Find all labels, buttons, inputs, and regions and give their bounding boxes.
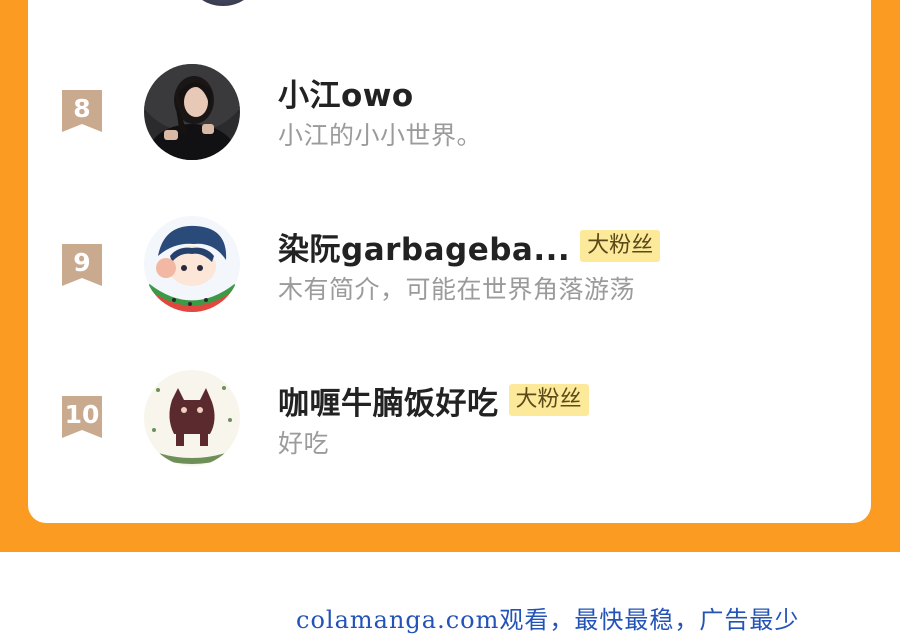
user-avatar[interactable] xyxy=(144,216,240,312)
partial-avatar[interactable] xyxy=(192,0,254,6)
user-description: 小江的小小世界。 xyxy=(278,121,483,150)
big-fan-badge: 大粉丝 xyxy=(508,384,589,416)
user-name-line: 咖喱牛腩饭好吃 大粉丝 xyxy=(278,378,589,423)
user-description: 木有简介，可能在世界角落游荡 xyxy=(278,275,636,304)
user-avatar[interactable] xyxy=(144,64,240,160)
rank-badge: 9 xyxy=(60,242,104,290)
user-avatar[interactable] xyxy=(144,370,240,466)
user-name[interactable]: 染阮garbageba... xyxy=(278,224,570,269)
user-name-line: 染阮garbageba... 大粉丝 xyxy=(278,224,661,269)
ranking-row[interactable]: 10 咖喱牛腩饭好吃 大粉丝 好吃 xyxy=(28,368,871,468)
user-name[interactable]: 咖喱牛腩饭好吃 xyxy=(278,378,499,423)
girl-photo-avatar-icon xyxy=(144,64,240,160)
big-fan-badge: 大粉丝 xyxy=(580,230,661,262)
fan-ranking-card: 8 小江owo 小江的小小世界。 9 染阮garbageba... 大粉丝 木有… xyxy=(28,0,871,523)
user-name-line: 小江owo xyxy=(278,70,414,115)
user-description: 好吃 xyxy=(278,429,330,458)
rank-badge: 10 xyxy=(60,394,104,442)
rank-number: 8 xyxy=(73,94,91,123)
boom-boom-cat-avatar-icon xyxy=(144,370,240,466)
rank-number: 9 xyxy=(73,248,91,277)
ranking-row[interactable]: 9 染阮garbageba... 大粉丝 木有简介，可能在世界角落游荡 xyxy=(28,214,871,314)
anime-watermelon-avatar-icon xyxy=(144,216,240,312)
rank-badge: 8 xyxy=(60,88,104,136)
rank-number: 10 xyxy=(64,400,100,429)
ranking-row[interactable]: 8 小江owo 小江的小小世界。 xyxy=(28,62,871,162)
footer-watermark-text[interactable]: colamanga.com观看，最快最稳，广告最少 xyxy=(296,600,799,635)
user-name[interactable]: 小江owo xyxy=(278,70,414,115)
